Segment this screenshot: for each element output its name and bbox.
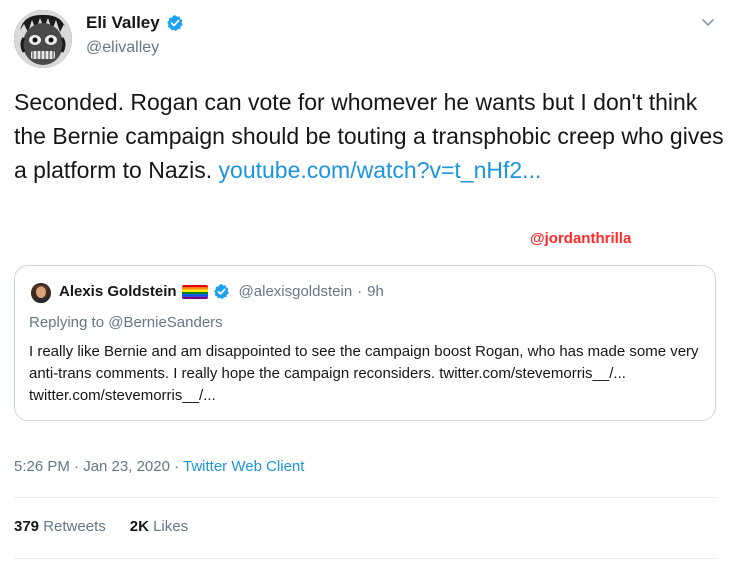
rainbow-flag-icon [181, 284, 208, 299]
quoted-separator: · [357, 283, 363, 300]
retweets-stat[interactable]: 379 Retweets [14, 518, 106, 535]
tweet-link[interactable]: youtube.com/watch?v=t_nHf2... [219, 157, 542, 183]
author-handle[interactable]: @elivalley [86, 39, 159, 57]
quoted-tweet[interactable]: Alexis Goldstein @alexisgoldstein · 9h R… [14, 265, 716, 421]
verified-badge-icon [213, 284, 229, 300]
retweets-count: 379 [14, 518, 40, 535]
quoted-reply-context: Replying to @BernieSanders [29, 314, 223, 331]
engagement-stats: 379 Retweets 2K Likes [14, 518, 188, 535]
avatar-illustration-icon [14, 10, 72, 68]
quoted-author-row: Alexis Goldstein @alexisgoldstein · 9h [59, 283, 384, 300]
likes-label: Likes [153, 518, 189, 535]
verified-badge-icon [166, 15, 183, 32]
likes-stat[interactable]: 2K Likes [130, 518, 188, 535]
tweet-time[interactable]: 5:26 PM · Jan 23, 2020 · [14, 458, 183, 475]
author-name[interactable]: Eli Valley [86, 13, 160, 33]
retweets-label: Retweets [43, 518, 106, 535]
quoted-author-avatar[interactable] [31, 283, 51, 303]
likes-count: 2K [129, 518, 149, 535]
author-avatar[interactable] [14, 10, 72, 68]
quoted-tweet-text: I really like Bernie and am disappointed… [29, 343, 699, 404]
quoted-avatar-photo-icon [31, 283, 51, 303]
divider [14, 558, 718, 559]
watermark-text: @jordanthrilla [530, 230, 632, 247]
tweet-timestamp: 5:26 PM · Jan 23, 2020 · Twitter Web Cli… [14, 458, 304, 475]
quoted-author-name[interactable]: Alexis Goldstein [59, 283, 177, 300]
tweet-card: Eli Valley @elivalley Seconded. Rogan ca… [0, 0, 733, 573]
author-name-row[interactable]: Eli Valley [86, 13, 184, 33]
quoted-author-handle[interactable]: @alexisgoldstein [239, 283, 353, 300]
divider [14, 497, 718, 498]
tweet-text: Seconded. Rogan can vote for whomever he… [14, 85, 724, 187]
tweet-client-link[interactable]: Twitter Web Client [183, 458, 304, 475]
chevron-down-icon[interactable] [700, 14, 716, 30]
quoted-time[interactable]: 9h [367, 283, 384, 300]
